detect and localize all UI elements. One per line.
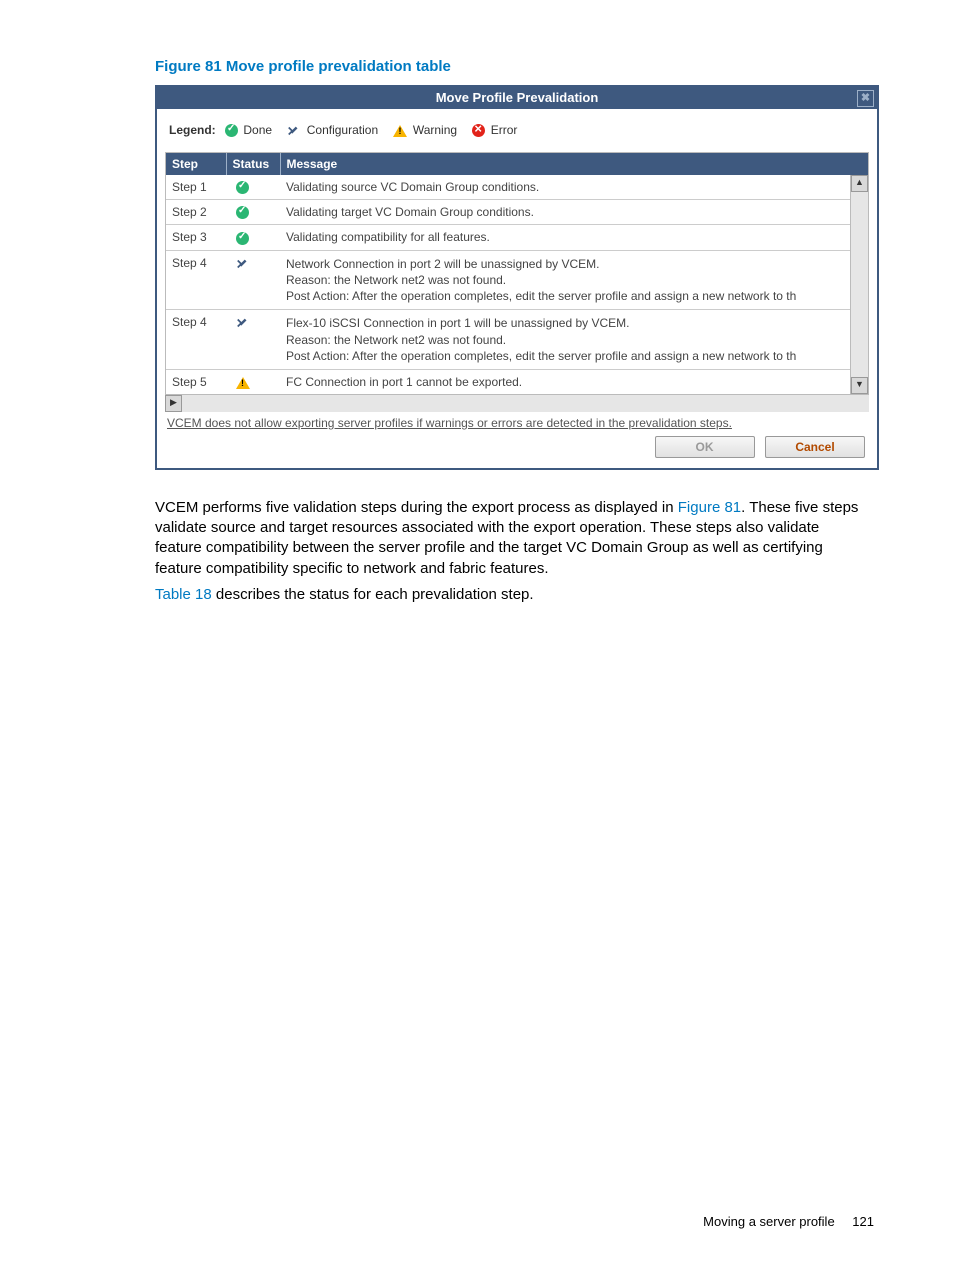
done-icon bbox=[236, 181, 249, 194]
table-link[interactable]: Table 18 bbox=[155, 586, 212, 603]
table-row: Step 2 Validating target VC Domain Group… bbox=[166, 200, 868, 225]
error-icon bbox=[472, 124, 485, 137]
done-icon bbox=[236, 232, 249, 245]
step-cell: Step 2 bbox=[166, 200, 226, 225]
configuration-icon bbox=[287, 124, 301, 138]
warning-icon bbox=[393, 125, 407, 137]
step-cell: Step 3 bbox=[166, 225, 226, 250]
page-footer: Moving a server profile 121 bbox=[703, 1214, 874, 1229]
legend-done: Done bbox=[243, 123, 272, 137]
cancel-button[interactable]: Cancel bbox=[765, 436, 865, 458]
message-cell: Network Connection in port 2 will be una… bbox=[280, 250, 868, 310]
close-icon[interactable]: ✖ bbox=[857, 90, 874, 107]
warning-icon bbox=[236, 377, 250, 389]
step-cell: Step 4 bbox=[166, 250, 226, 310]
legend-label: Legend: bbox=[169, 123, 216, 137]
table-row: Step 3 Validating compatibility for all … bbox=[166, 225, 868, 250]
figure-link[interactable]: Figure 81 bbox=[678, 499, 741, 516]
message-cell: Validating compatibility for all feature… bbox=[280, 225, 868, 250]
legend-error: Error bbox=[491, 123, 518, 137]
done-icon bbox=[236, 206, 249, 219]
message-cell: Flex-10 iSCSI Connection in port 1 will … bbox=[280, 310, 868, 370]
legend-config: Configuration bbox=[307, 123, 378, 137]
horizontal-scrollbar[interactable]: ◀ ▶ bbox=[165, 394, 869, 412]
legend-warning: Warning bbox=[413, 123, 457, 137]
configuration-icon bbox=[236, 316, 250, 330]
paragraph-2: Table 18 describes the status for each p… bbox=[155, 585, 870, 605]
figure-caption: Figure 81 Move profile prevalidation tab… bbox=[155, 58, 874, 75]
footer-section: Moving a server profile bbox=[703, 1214, 835, 1229]
step-cell: Step 1 bbox=[166, 175, 226, 200]
col-status: Status bbox=[226, 153, 280, 175]
legend: Legend: Done Configuration Warning Error bbox=[165, 123, 869, 152]
table-row: Step 4 Network Connection in port 2 will… bbox=[166, 250, 868, 310]
step-cell: Step 5 bbox=[166, 369, 226, 394]
scroll-right-icon[interactable]: ▶ bbox=[165, 395, 182, 412]
col-message: Message bbox=[280, 153, 868, 175]
page-number: 121 bbox=[852, 1214, 874, 1229]
message-cell: Validating target VC Domain Group condit… bbox=[280, 200, 868, 225]
message-cell: FC Connection in port 1 cannot be export… bbox=[280, 369, 868, 394]
message-cell: Validating source VC Domain Group condit… bbox=[280, 175, 868, 200]
scroll-down-icon[interactable]: ▼ bbox=[851, 377, 868, 394]
ok-button[interactable]: OK bbox=[655, 436, 755, 458]
table-row: Step 5 FC Connection in port 1 cannot be… bbox=[166, 369, 868, 394]
scroll-up-icon[interactable]: ▲ bbox=[851, 175, 868, 192]
prevalidation-note: VCEM does not allow exporting server pro… bbox=[165, 412, 869, 430]
configuration-icon bbox=[236, 257, 250, 271]
done-icon bbox=[225, 124, 238, 137]
prevalidation-dialog: Move Profile Prevalidation ✖ Legend: Don… bbox=[155, 85, 879, 470]
table-row: Step 4 Flex-10 iSCSI Connection in port … bbox=[166, 310, 868, 370]
step-cell: Step 4 bbox=[166, 310, 226, 370]
dialog-title: Move Profile Prevalidation bbox=[436, 90, 599, 105]
col-step: Step bbox=[166, 153, 226, 175]
vertical-scrollbar[interactable]: ▲ ▼ bbox=[850, 175, 868, 394]
paragraph-1: VCEM performs five validation steps duri… bbox=[155, 498, 870, 579]
table-row: Step 1 Validating source VC Domain Group… bbox=[166, 175, 868, 200]
dialog-titlebar: Move Profile Prevalidation ✖ bbox=[157, 87, 877, 109]
prevalidation-grid: Step Status Message Step 1 Validating so… bbox=[165, 152, 869, 395]
